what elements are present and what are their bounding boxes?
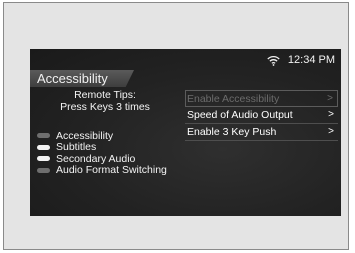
chevron-right-icon: > [327,93,333,104]
figure-frame: 12:34 PM Accessibility Remote Tips: Pres… [3,2,349,250]
menu-item-label: Enable Accessibility [187,93,280,105]
menu-item-label: Speed of Audio Output [187,109,293,121]
feature-status-list: Accessibility Subtitles Secondary Audio … [37,130,167,176]
wifi-icon [267,55,280,66]
chevron-right-icon: > [328,109,334,120]
menu-item-enable-3-key-push[interactable]: Enable 3 Key Push > [185,124,338,141]
status-indicator [37,144,50,150]
status-item-secondary-audio: Secondary Audio [37,153,167,165]
menu-item-enable-accessibility[interactable]: Enable Accessibility > [185,90,338,107]
status-item-label: Audio Format Switching [56,164,167,177]
remote-tips-heading: Remote Tips: [74,89,136,101]
status-bar: 12:34 PM [267,53,335,67]
status-item-label: Accessibility [56,129,114,142]
chevron-right-icon: > [328,126,334,137]
page-title: Accessibility [37,71,108,86]
status-item-label: Secondary Audio [56,152,136,165]
status-item-label: Subtitles [56,141,97,154]
remote-tips-text: Press Keys 3 times [60,101,150,113]
remote-tips: Remote Tips: Press Keys 3 times [38,89,172,113]
tv-screen: 12:34 PM Accessibility Remote Tips: Pres… [30,49,341,216]
status-indicator [37,156,50,162]
menu-item-label: Enable 3 Key Push [187,126,277,138]
status-item-subtitles: Subtitles [37,141,167,154]
status-indicator [37,133,50,139]
status-item-accessibility: Accessibility [37,130,167,142]
menu-item-speed-of-audio-output[interactable]: Speed of Audio Output > [185,107,338,124]
status-indicator [37,167,50,173]
clock-time: 12:34 PM [287,54,335,66]
screen-title-bar: Accessibility [30,70,134,87]
status-item-audio-format-switching: Audio Format Switching [37,164,167,177]
settings-menu: Enable Accessibility > Speed of Audio Ou… [185,90,338,141]
